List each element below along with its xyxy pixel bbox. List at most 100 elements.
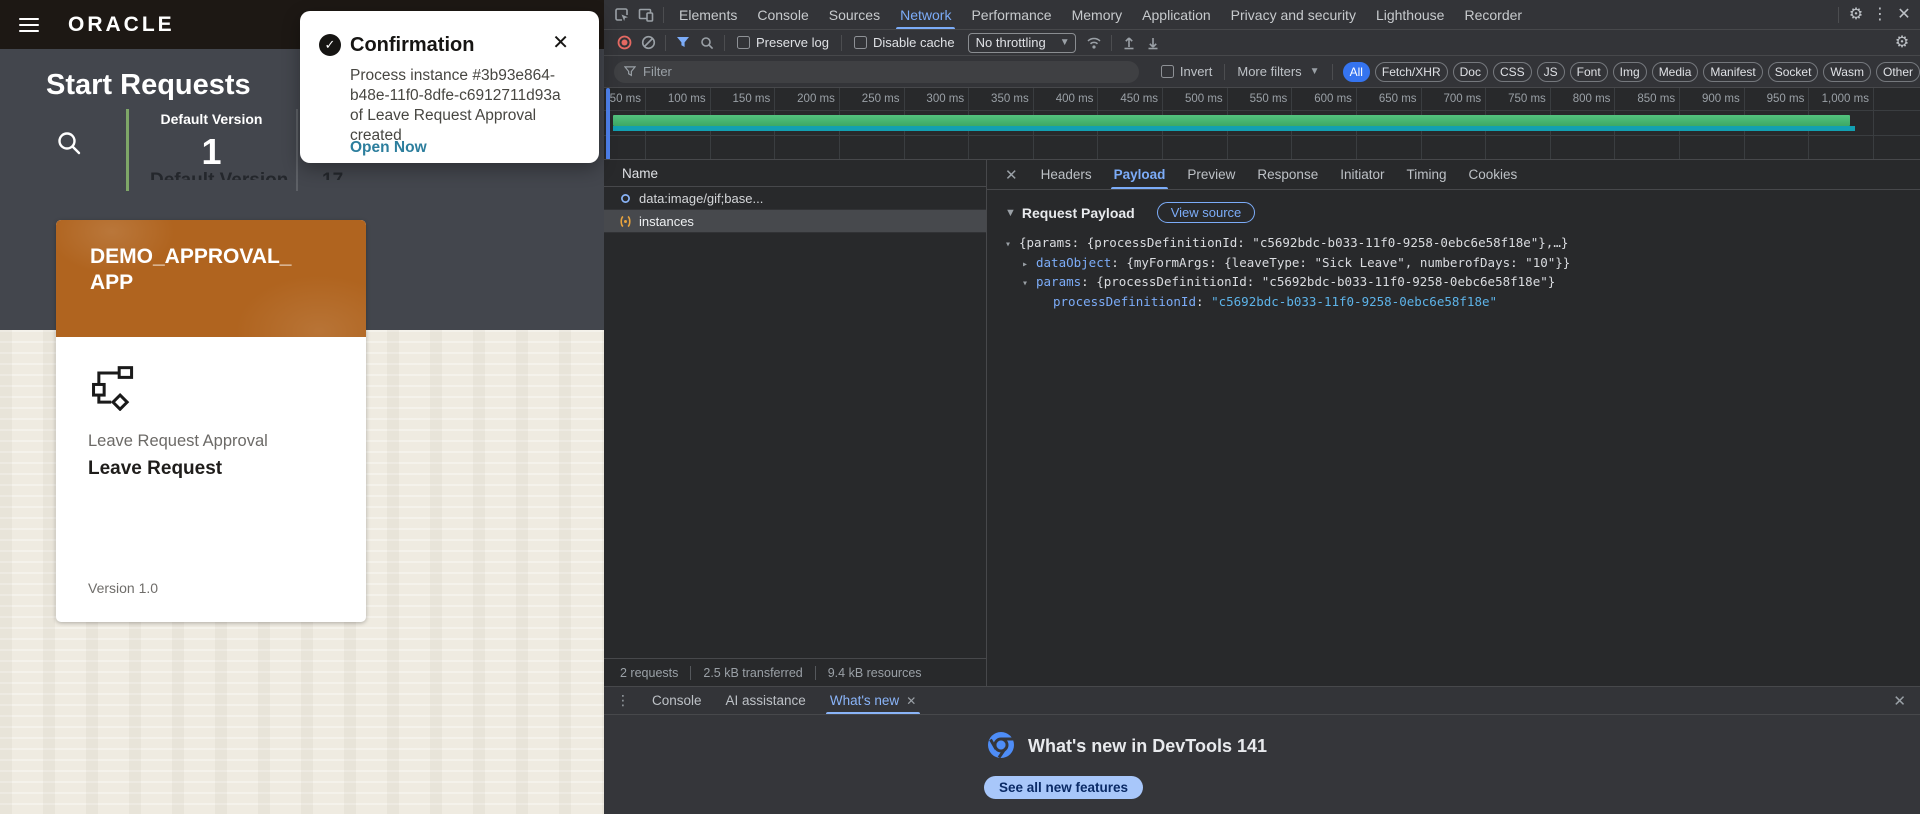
chip-doc[interactable]: Doc <box>1452 61 1488 82</box>
drawer-tab-close-icon[interactable]: ✕ <box>906 694 916 708</box>
devtools-close-icon[interactable]: ✕ <box>1892 4 1916 26</box>
tab-console[interactable]: Console <box>747 0 818 29</box>
drawer-tab-bar: ⋮ Console AI assistance What's new ✕ ✕ <box>604 687 1920 715</box>
inspect-element-icon[interactable] <box>610 4 634 26</box>
chip-manifest[interactable]: Manifest <box>1703 61 1763 82</box>
device-toolbar-icon[interactable] <box>634 4 658 26</box>
tab-elements[interactable]: Elements <box>669 0 747 29</box>
record-network-log-icon[interactable] <box>612 32 636 54</box>
throttling-select[interactable]: No throttling ▼ <box>967 32 1076 53</box>
view-source-button[interactable]: View source <box>1156 202 1256 223</box>
tab-application[interactable]: Application <box>1132 0 1221 29</box>
import-har-icon[interactable] <box>1117 32 1141 54</box>
hamburger-menu-icon[interactable] <box>19 17 39 32</box>
details-tab-payload[interactable]: Payload <box>1103 160 1177 189</box>
tab-sources[interactable]: Sources <box>819 0 890 29</box>
chip-all[interactable]: All <box>1342 61 1370 82</box>
collapse-caret-icon[interactable]: ▼ <box>1005 207 1016 219</box>
ruler-line <box>604 110 1920 111</box>
request-row[interactable]: instances <box>604 210 986 233</box>
tick-label: 700 ms <box>1443 93 1482 105</box>
chip-font[interactable]: Font <box>1569 61 1608 82</box>
payload-line[interactable]: ▸ dataObject: {myFormArgs: {leaveType: "S… <box>1005 254 1920 274</box>
details-tab-initiator[interactable]: Initiator <box>1329 160 1395 189</box>
close-details-icon[interactable]: ✕ <box>987 166 1030 184</box>
oracle-app-panel: ORACLE Start Requests Default Version 1 … <box>0 0 604 814</box>
waterfall-green-bar <box>613 115 1850 126</box>
divider <box>1331 63 1333 80</box>
tab-recorder[interactable]: Recorder <box>1454 0 1532 29</box>
demo-approval-app-card[interactable]: DEMO_APPROVAL_APP Leave Request Approval <box>56 220 366 622</box>
filter-input[interactable]: Filter <box>614 60 1139 83</box>
disable-cache-checkbox[interactable]: Disable cache <box>853 35 955 50</box>
drawer-tab-console[interactable]: Console <box>640 687 714 714</box>
tree-caret-icon[interactable]: ▾ <box>1005 236 1019 254</box>
checkbox[interactable] <box>1160 65 1174 78</box>
fetch-icon <box>618 214 632 228</box>
payload-json-tree: ▾ {params: {processDefinitionId: "c5692bd… <box>1005 234 1920 312</box>
filter-funnel-icon[interactable] <box>671 32 695 54</box>
chip-fetch-xhr[interactable]: Fetch/XHR <box>1374 61 1448 82</box>
status-item: 2.5 kB transferred <box>703 665 816 680</box>
tick-label: 100 ms <box>667 93 706 105</box>
whats-new-title: What's new in DevTools 141 <box>1028 736 1268 756</box>
chip-other[interactable]: Other <box>1875 61 1920 82</box>
details-tab-response[interactable]: Response <box>1246 160 1329 189</box>
checkbox[interactable] <box>737 36 750 49</box>
payload-line[interactable]: ▾ {params: {processDefinitionId: "c5692bd… <box>1005 234 1920 254</box>
details-tab-cookies[interactable]: Cookies <box>1458 160 1529 189</box>
drawer-tab-ai-assistance[interactable]: AI assistance <box>714 687 818 714</box>
export-har-icon[interactable] <box>1141 32 1165 54</box>
checkbox[interactable] <box>853 36 867 49</box>
tab-privacy-and-security[interactable]: Privacy and security <box>1221 0 1366 29</box>
clear-network-log-icon[interactable] <box>636 32 660 54</box>
tree-caret-icon[interactable]: ▾ <box>1022 275 1036 293</box>
drawer-kebab-menu-icon[interactable]: ⋮ <box>604 692 640 709</box>
request-name[interactable]: Leave Request <box>88 458 222 480</box>
details-tab-timing[interactable]: Timing <box>1395 160 1457 189</box>
selection-handle[interactable] <box>606 88 610 159</box>
more-filters-dropdown[interactable]: More filters ▼ <box>1237 64 1319 79</box>
more-filters-label: More filters <box>1237 64 1302 79</box>
tab-lighthouse[interactable]: Lighthouse <box>1366 0 1455 29</box>
details-tab-preview[interactable]: Preview <box>1176 160 1246 189</box>
drawer-tab-what-s-new[interactable]: What's new ✕ <box>818 687 928 714</box>
chip-js[interactable]: JS <box>1536 61 1565 82</box>
chip-wasm[interactable]: Wasm <box>1823 61 1871 82</box>
preserve-log-checkbox[interactable]: Preserve log <box>737 35 829 50</box>
search-icon[interactable] <box>56 130 82 156</box>
tab-performance[interactable]: Performance <box>961 0 1061 29</box>
network-filter-bar: Filter Invert More filters ▼ All Fetch/XH… <box>604 56 1920 88</box>
chip-img[interactable]: Img <box>1612 61 1647 82</box>
open-now-link[interactable]: Open Now <box>350 139 427 157</box>
tree-caret-icon[interactable]: ▸ <box>1022 256 1036 274</box>
payload-line[interactable]: ▾ params: {processDefinitionId: "c5692bdc… <box>1005 273 1920 293</box>
whats-new-panel: What's new in DevTools 141 See all new f… <box>604 715 1920 814</box>
settings-gear-icon[interactable]: ⚙ <box>1844 4 1868 26</box>
chip-socket[interactable]: Socket <box>1767 61 1819 82</box>
network-conditions-icon[interactable] <box>1082 32 1106 54</box>
data-url-icon <box>618 191 632 205</box>
request-row[interactable]: data:image/gif;base... <box>604 187 986 210</box>
payload-line[interactable]: processDefinitionId: "c5692bdc-b033-11f0… <box>1005 293 1920 313</box>
details-tab-headers[interactable]: Headers <box>1030 160 1103 189</box>
drawer-close-icon[interactable]: ✕ <box>1879 692 1920 710</box>
request-name-cell: data:image/gif;base... <box>639 190 764 206</box>
toast-close-icon[interactable]: ✕ <box>552 32 569 54</box>
network-overview-timeline[interactable]: 50 ms 100 ms 150 ms 200 ms 250 ms 300 ms 350 m… <box>604 88 1920 160</box>
waterfall-teal-bar <box>613 126 1855 131</box>
kebab-menu-icon[interactable]: ⋮ <box>1868 4 1892 26</box>
invert-checkbox[interactable]: Invert <box>1160 64 1213 79</box>
json-plain: {params: {processDefinitionId: "c5692bdc… <box>1019 235 1569 250</box>
search-network-icon[interactable] <box>695 32 719 54</box>
see-all-new-features-button[interactable]: See all new features <box>984 776 1144 799</box>
name-column-header[interactable]: Name <box>604 160 986 187</box>
preserve-log-label: Preserve log <box>756 35 829 50</box>
tab-memory[interactable]: Memory <box>1062 0 1133 29</box>
tab-network[interactable]: Network <box>890 0 961 29</box>
chip-css[interactable]: CSS <box>1492 61 1532 82</box>
network-settings-gear-icon[interactable]: ⚙ <box>1890 32 1914 54</box>
chip-media[interactable]: Media <box>1651 61 1699 82</box>
invert-label: Invert <box>1179 64 1213 79</box>
